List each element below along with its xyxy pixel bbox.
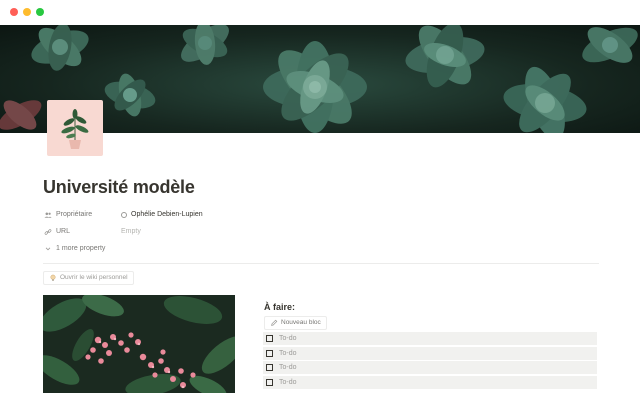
zoom-window-button[interactable] [36, 8, 44, 16]
todo-text[interactable]: To-do [279, 364, 297, 371]
avatar [121, 212, 127, 218]
new-block-label: Nouveau bloc [281, 319, 321, 326]
link-icon [44, 229, 52, 235]
todo-checkbox[interactable] [266, 335, 273, 342]
todo-list: To-do To-do To-do To-do [263, 332, 597, 390]
todo-item[interactable]: To-do [263, 375, 597, 389]
property-row-url[interactable]: URL Empty [44, 225, 604, 239]
todo-checkbox[interactable] [266, 364, 273, 371]
new-block-button[interactable]: Nouveau bloc [264, 316, 327, 330]
todo-heading[interactable]: À faire: [264, 302, 295, 312]
todo-item[interactable]: To-do [263, 332, 597, 345]
owner-name: Ophélie Debien-Lupien [131, 211, 203, 218]
open-wiki-label: Ouvrir le wiki personnel [60, 274, 128, 281]
page-title[interactable]: Université modèle [43, 177, 195, 198]
property-value[interactable]: Ophélie Debien-Lupien [121, 208, 203, 222]
property-name: URL [56, 228, 71, 235]
window-titlebar [0, 0, 640, 25]
lightbulb-icon [50, 274, 56, 281]
page-icon[interactable] [47, 100, 103, 156]
property-name: Propriétaire [56, 211, 93, 218]
minimize-window-button[interactable] [23, 8, 31, 16]
close-window-button[interactable] [10, 8, 18, 16]
todo-checkbox[interactable] [266, 378, 273, 386]
divider [43, 263, 599, 264]
chevron-down-icon [45, 247, 51, 251]
pencil-icon [271, 319, 278, 326]
todo-item[interactable]: To-do [263, 346, 597, 360]
more-properties-label: 1 more property [56, 245, 106, 252]
todo-item[interactable]: To-do [263, 361, 597, 374]
potted-plant-icon [61, 109, 89, 149]
todo-text[interactable]: To-do [279, 350, 297, 357]
property-row-owner[interactable]: Propriétaire Ophélie Debien-Lupien [44, 208, 604, 222]
more-properties-toggle[interactable]: 1 more property [44, 242, 604, 256]
todo-text[interactable]: To-do [279, 379, 297, 386]
todo-checkbox[interactable] [266, 349, 273, 357]
property-value[interactable]: Empty [121, 225, 141, 239]
flowers-image [43, 295, 235, 393]
open-wiki-button[interactable]: Ouvrir le wiki personnel [43, 271, 134, 285]
todo-text[interactable]: To-do [279, 335, 297, 342]
people-icon [44, 212, 52, 218]
